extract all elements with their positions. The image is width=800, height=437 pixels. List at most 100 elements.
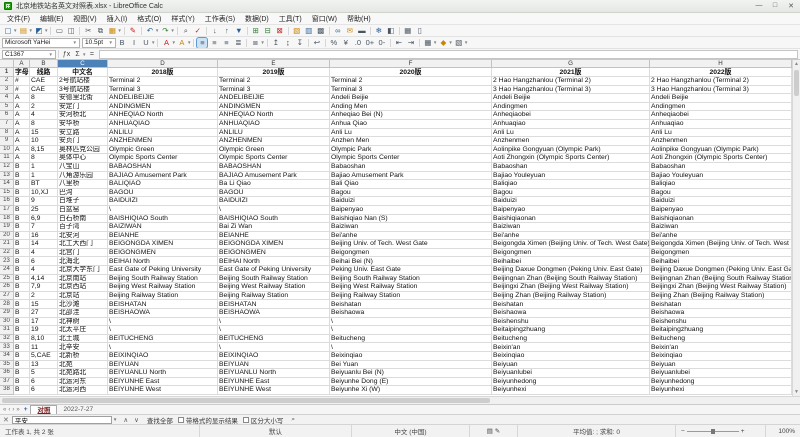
cell-C32[interactable]: 北土城 — [58, 335, 108, 344]
cell-H22[interactable]: Beigongmen — [650, 249, 792, 258]
cell-A25[interactable]: B — [14, 275, 30, 284]
cell-F9[interactable]: Anzhen Men — [330, 137, 492, 146]
cell-E19[interactable]: Bai Zi Wan — [218, 223, 330, 232]
cell-C13[interactable]: 八角游乐园 — [58, 172, 108, 181]
column-header-A[interactable]: A — [14, 60, 30, 68]
cell-F22[interactable]: Beigongmen — [330, 249, 492, 258]
row-header-6[interactable]: 6 — [0, 111, 14, 120]
open-icon[interactable]: ▤ — [18, 26, 28, 36]
cell-F17[interactable]: Baipenyao — [330, 206, 492, 215]
split-window-icon[interactable]: ◧ — [386, 26, 396, 36]
cell-H10[interactable]: Aolinpike Gongyuan (Olympic Park) — [650, 146, 792, 155]
cell-D26[interactable]: Beijing West Railway Station — [108, 283, 218, 292]
zoom-slider-track[interactable] — [687, 431, 739, 432]
cell-H28[interactable]: Beishatan — [650, 300, 792, 309]
cell-H19[interactable]: Baiziwan — [650, 223, 792, 232]
cell-B29[interactable]: 27 — [30, 309, 58, 318]
cell-F10[interactable]: Olympic Park — [330, 146, 492, 155]
zoom-slider-thumb[interactable] — [711, 429, 715, 434]
cell-D20[interactable]: BEIANHE — [108, 232, 218, 241]
row-header-18[interactable]: 18 — [0, 215, 14, 224]
cell-B30[interactable]: 17 — [30, 318, 58, 327]
cell-F19[interactable]: Baiziwan — [330, 223, 492, 232]
chevron-down-icon[interactable]: ▼ — [13, 28, 17, 33]
row-header-21[interactable]: 21 — [0, 240, 14, 249]
zoom-out-icon[interactable]: − — [681, 428, 685, 435]
cell-A4[interactable]: A — [14, 94, 30, 103]
cell-G19[interactable]: Baiziwan — [492, 223, 650, 232]
cell-F24[interactable]: Peking Univ. East Gate — [330, 266, 492, 275]
menu-item[interactable]: 窗口(W) — [307, 14, 342, 24]
cell-H37[interactable]: Beiyunhedong — [650, 378, 792, 387]
cell-A34[interactable]: B — [14, 352, 30, 361]
row-header-36[interactable]: 36 — [0, 369, 14, 378]
cell-F32[interactable]: Beitucheng — [330, 335, 492, 344]
cell-F30[interactable]: \ — [330, 318, 492, 327]
cell-G13[interactable]: Bajiao Youleyuan — [492, 172, 650, 181]
cell-C10[interactable]: 奥林匹克公园 — [58, 146, 108, 155]
cell-C28[interactable]: 北沙滩 — [58, 300, 108, 309]
cell-D28[interactable]: BEISHATAN — [108, 300, 218, 309]
cell-H36[interactable]: Beiyuanlubei — [650, 369, 792, 378]
font-size-combobox[interactable]: 10.5pt ▼ — [82, 38, 116, 48]
next-sheet-icon[interactable]: › — [12, 407, 14, 413]
cell-F25[interactable]: Beijing South Railway Station — [330, 275, 492, 284]
cell-D22[interactable]: BEIGONGMEN — [108, 249, 218, 258]
cell-H13[interactable]: Bajiao Youleyuan — [650, 172, 792, 181]
cell-D12[interactable]: BABAOSHAN — [108, 163, 218, 172]
cell-B6[interactable]: 4 — [30, 111, 58, 120]
cell-D37[interactable]: BEIYUNHE East — [108, 378, 218, 387]
cell-E4[interactable]: ANDELIBEIJIE — [218, 94, 330, 103]
cell-H5[interactable]: Andingmen — [650, 103, 792, 112]
menu-item[interactable]: 工作表(S) — [200, 14, 240, 24]
select-all-corner[interactable] — [0, 60, 14, 68]
cell-G8[interactable]: Anli Lu — [492, 129, 650, 138]
cell-B18[interactable]: 6,9 — [30, 215, 58, 224]
row-header-19[interactable]: 19 — [0, 223, 14, 232]
cell-A35[interactable]: B — [14, 361, 30, 370]
column-header-G[interactable]: G — [492, 60, 650, 68]
decrease-indent-icon[interactable]: ⇤ — [394, 38, 404, 48]
row-header-11[interactable]: 11 — [0, 154, 14, 163]
row-header-7[interactable]: 7 — [0, 120, 14, 129]
center-vertically-icon[interactable]: ↨ — [283, 38, 293, 48]
cell-D29[interactable]: BEISHAOWA — [108, 309, 218, 318]
row-header-38[interactable]: 38 — [0, 386, 14, 395]
insert-column-icon[interactable]: ⊟ — [263, 26, 273, 36]
cell-D30[interactable]: \ — [108, 318, 218, 327]
cell-G27[interactable]: Beijing Zhan (Beijing Railway Station) — [492, 292, 650, 301]
cell-A36[interactable]: B — [14, 369, 30, 378]
column-header-D[interactable]: D — [108, 60, 218, 68]
cell-G3[interactable]: 3 Hao Hangzhanlou (Terminal 3) — [492, 86, 650, 95]
chevron-down-icon[interactable]: ▼ — [151, 40, 155, 45]
cell-C34[interactable]: 北新桥 — [58, 352, 108, 361]
cell-D36[interactable]: BEIYUANLU North — [108, 369, 218, 378]
freeze-panes-icon[interactable]: ❄ — [374, 26, 384, 36]
cell-B15[interactable]: 10,XJ — [30, 189, 58, 198]
cell-D1[interactable]: 2018版 — [108, 68, 218, 77]
cell-C38[interactable]: 北运河西 — [58, 386, 108, 395]
cell-B13[interactable]: 1 — [30, 172, 58, 181]
formula-input-line[interactable] — [99, 50, 798, 59]
cell-H9[interactable]: Anzhenmen — [650, 137, 792, 146]
cell-G23[interactable]: Beihaibei — [492, 257, 650, 266]
sort-descending-icon[interactable]: ↑ — [222, 26, 232, 36]
cell-E27[interactable]: Beijing Railway Station — [218, 292, 330, 301]
column-header-E[interactable]: E — [218, 60, 330, 68]
cell-A10[interactable]: A — [14, 146, 30, 155]
row-header-9[interactable]: 9 — [0, 137, 14, 146]
cell-C8[interactable]: 安立路 — [58, 129, 108, 138]
cell-B17[interactable]: 25 — [30, 206, 58, 215]
cell-B2[interactable]: CAE — [30, 77, 58, 86]
cell-B19[interactable]: 7 — [30, 223, 58, 232]
cell-H3[interactable]: 3 Hao Hangzhanlou (Terminal 3) — [650, 86, 792, 95]
cell-D17[interactable]: \ — [108, 206, 218, 215]
cell-E15[interactable]: BAGOU — [218, 189, 330, 198]
cell-H32[interactable]: Beitucheng — [650, 335, 792, 344]
print-icon[interactable]: ▭ — [54, 26, 64, 36]
cell-B32[interactable]: 8,10 — [30, 335, 58, 344]
pivot-table-icon[interactable]: ▩ — [316, 26, 326, 36]
cell-A31[interactable]: B — [14, 326, 30, 335]
row-header-13[interactable]: 13 — [0, 172, 14, 181]
column-header-H[interactable]: H — [650, 60, 792, 68]
